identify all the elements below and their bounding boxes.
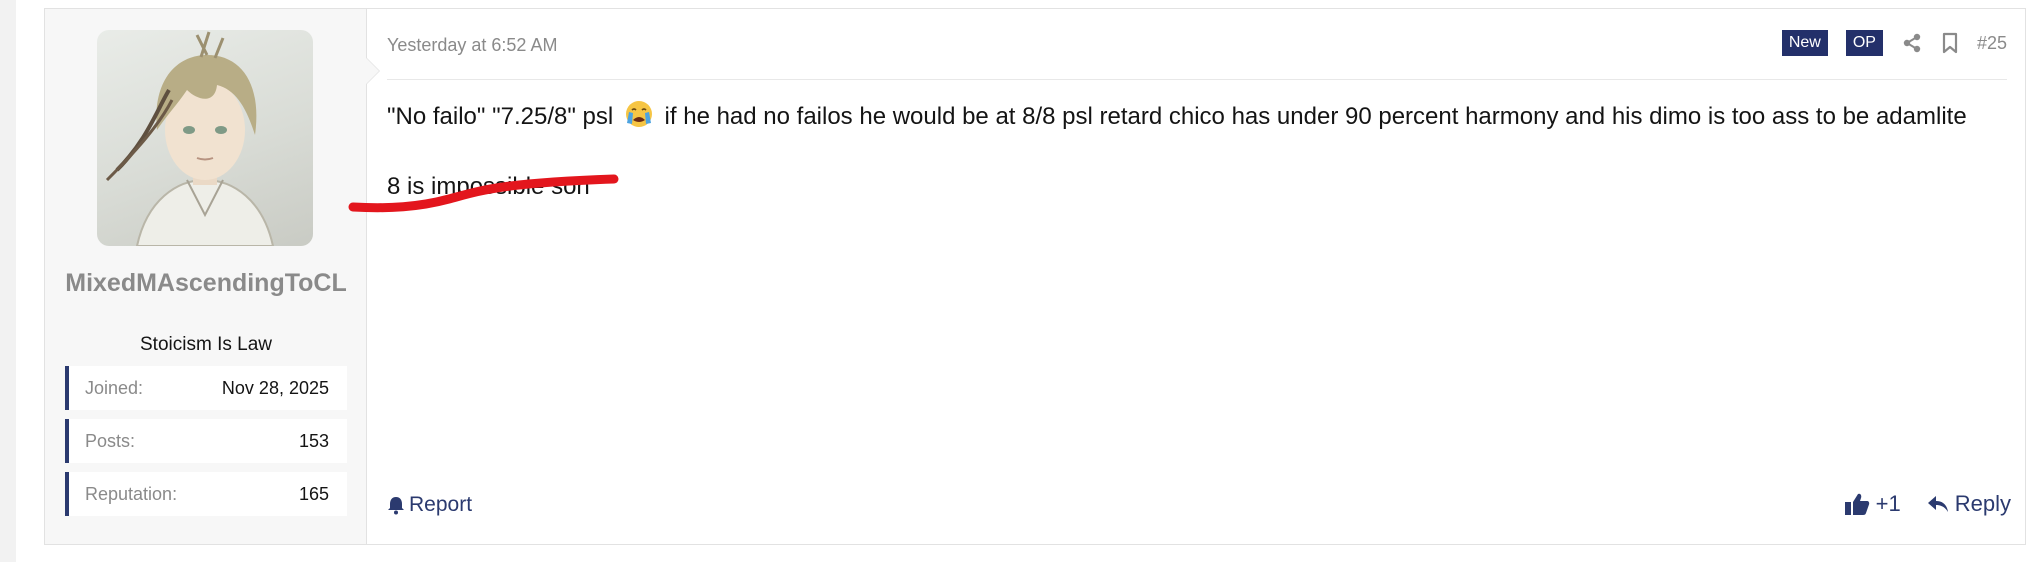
loudly-crying-face-icon [625,101,652,127]
bell-icon [388,497,404,515]
avatar[interactable] [97,30,313,246]
post-footer-actions: +1 Reply [1844,491,2011,517]
reply-button[interactable]: Reply [1927,491,2011,517]
post-header-actions: New OP #25 [1781,30,2007,56]
user-panel: MixedMAscendingToCL Stoicism Is Law Join… [45,9,367,544]
stat-label: Posts: [85,430,136,451]
post-main: Yesterday at 6:52 AM New OP #25 "No fail… [348,9,2025,544]
stat-posts: Posts: 153 [65,419,347,463]
report-button[interactable]: Report [387,493,472,517]
thumbs-up-icon [1844,493,1869,515]
op-badge: OP [1845,30,1883,56]
username[interactable]: MixedMAscendingToCL [65,265,347,301]
header-divider [387,79,2007,80]
stat-value: 165 [298,483,329,504]
avatar-illustration [105,31,275,246]
like-button[interactable]: +1 [1844,491,1901,517]
report-label: Report [409,493,473,516]
post-timestamp[interactable]: Yesterday at 6:52 AM [387,35,557,56]
stat-label: Reputation: [85,483,178,504]
post-number[interactable]: #25 [1977,33,2007,54]
user-title: Stoicism Is Law [140,334,272,355]
bookmark-icon[interactable] [1941,32,1959,54]
red-underline-annotation [348,174,619,213]
forum-post: MixedMAscendingToCL Stoicism Is Law Join… [44,8,2026,545]
stat-label: Joined: [85,377,144,398]
body-text-rest: if he had no failos he would be at 8/8 p… [664,103,1967,130]
share-icon[interactable] [1901,32,1923,54]
stat-reputation: Reputation: 165 [65,472,347,516]
reply-label: Reply [1954,491,2011,516]
page: MixedMAscendingToCL Stoicism Is Law Join… [16,0,2044,562]
like-count: +1 [1875,491,1901,516]
stat-value: Nov 28, 2025 [221,377,329,398]
reply-icon [1927,496,1948,512]
post-paragraph-1: "No failo" "7.25/8" psl if he had no fai… [387,99,1999,135]
stat-joined: Joined: Nov 28, 2025 [65,366,347,410]
stat-value: 153 [298,430,329,451]
body-text-start: "No failo" "7.25/8" psl [387,103,614,130]
new-badge: New [1781,30,1828,56]
